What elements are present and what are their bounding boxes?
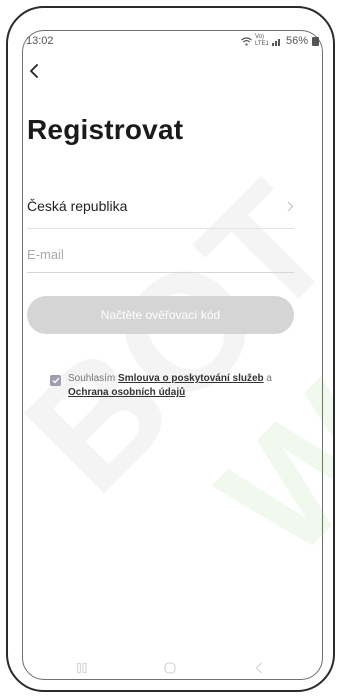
agreement-conjunction: a xyxy=(266,373,272,384)
system-nav-bar xyxy=(38,658,303,678)
page-title: Registrovat xyxy=(27,114,184,145)
back-icon xyxy=(255,662,262,674)
agreement-prefix: Souhlasím xyxy=(68,373,116,384)
status-icons: Vo) LTE1 xyxy=(241,34,282,48)
nav-back-button[interactable] xyxy=(248,660,270,676)
battery-percent: 56% xyxy=(285,35,308,47)
country-selector[interactable]: Česká republika xyxy=(27,184,294,229)
agreement-checkbox[interactable] xyxy=(50,375,61,386)
recents-icon xyxy=(77,662,87,674)
check-icon xyxy=(52,377,60,384)
chevron-right-icon xyxy=(287,201,294,211)
signal-icon xyxy=(271,38,280,46)
get-verification-code-button[interactable]: Načtěte ověřovací kód xyxy=(27,296,294,334)
nav-home-button[interactable] xyxy=(159,660,181,676)
agreement-text: Souhlasím Smlouva o poskytování služeb a… xyxy=(68,372,290,400)
status-right: Vo) LTE1 56% xyxy=(241,34,319,48)
phone-frame: BOT W 13:02 Vo) LTE1 xyxy=(6,6,335,692)
home-icon xyxy=(164,662,177,674)
email-field[interactable] xyxy=(27,236,294,273)
privacy-link[interactable]: Ochrana osobních údajů xyxy=(68,387,185,398)
back-button[interactable] xyxy=(23,60,45,82)
page: BOT W 13:02 Vo) LTE1 xyxy=(0,0,343,700)
chevron-left-icon xyxy=(30,64,38,78)
status-time: 13:02 xyxy=(26,35,54,47)
network-label: Vo) LTE1 xyxy=(254,34,269,47)
terms-link[interactable]: Smlouva o poskytování služeb xyxy=(118,373,264,384)
wifi-icon xyxy=(241,36,252,46)
country-label: Česká republika xyxy=(27,198,128,214)
battery-icon xyxy=(312,36,319,46)
nav-recents-button[interactable] xyxy=(71,660,93,676)
status-bar: 13:02 Vo) LTE1 56% xyxy=(26,33,319,49)
agreement: Souhlasím Smlouva o poskytování služeb a… xyxy=(50,372,290,400)
